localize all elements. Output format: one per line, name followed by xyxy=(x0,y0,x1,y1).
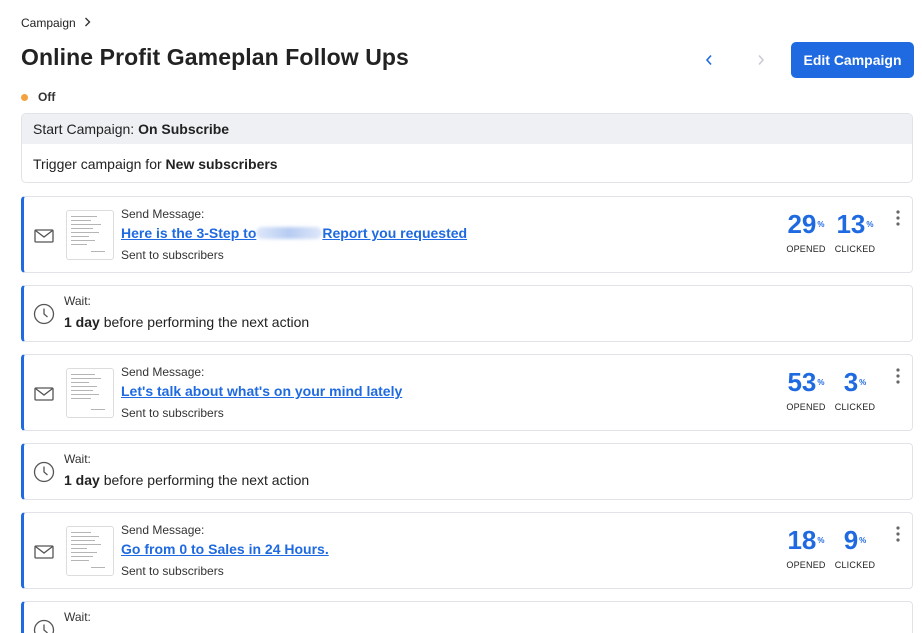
trigger-description: Trigger campaign for New subscribers xyxy=(22,144,912,182)
opened-value: 18 xyxy=(787,525,817,555)
email-thumbnail[interactable] xyxy=(66,526,114,576)
more-options-icon[interactable] xyxy=(892,209,904,227)
send-message-label: Send Message: xyxy=(121,365,205,379)
clicked-label: CLICKED xyxy=(834,560,876,570)
clicked-label: CLICKED xyxy=(834,244,876,254)
message-subject-link[interactable]: Go from 0 to Sales in 24 Hours. xyxy=(121,541,329,557)
chevron-left-icon xyxy=(705,54,712,66)
opened-stat: 53% OPENED xyxy=(783,367,829,412)
envelope-icon xyxy=(33,541,55,563)
message-subject-link[interactable]: Here is the 3-Step to Report you requeste… xyxy=(121,225,467,241)
chevron-right-icon xyxy=(758,54,765,66)
percent-sign: % xyxy=(859,378,867,387)
email-thumbnail[interactable] xyxy=(66,368,114,418)
trigger-prefix: Trigger campaign for xyxy=(33,156,166,172)
message-subject-link[interactable]: Let's talk about what's on your mind lat… xyxy=(121,383,402,399)
envelope-icon xyxy=(33,383,55,405)
clicked-stat: 13% CLICKED xyxy=(832,209,878,254)
envelope-icon xyxy=(33,225,55,247)
start-campaign-row: Start Campaign: On Subscribe xyxy=(22,114,912,144)
percent-sign: % xyxy=(859,536,867,545)
clicked-stat: 9% CLICKED xyxy=(832,525,878,570)
more-options-icon[interactable] xyxy=(892,367,904,385)
wait-label: Wait: xyxy=(64,294,91,308)
send-message-label: Send Message: xyxy=(121,207,205,221)
opened-label: OPENED xyxy=(786,244,826,254)
opened-value: 29 xyxy=(787,209,817,239)
sent-to-label: Sent to subscribers xyxy=(121,406,224,420)
wait-duration-text: 1 day before performing the next action xyxy=(64,472,309,488)
opened-label: OPENED xyxy=(786,560,826,570)
message-step[interactable]: Send Message: Here is the 3-Step to Repor… xyxy=(21,196,913,273)
wait-label: Wait: xyxy=(64,452,91,466)
wait-duration: 1 day xyxy=(64,314,100,330)
message-step[interactable]: Send Message: Let's talk about what's on… xyxy=(21,354,913,431)
status-label: Off xyxy=(38,90,56,104)
percent-sign: % xyxy=(817,378,825,387)
percent-sign: % xyxy=(866,220,874,229)
email-thumbnail[interactable] xyxy=(66,210,114,260)
campaign-page: Campaign Online Profit Gameplan Follow U… xyxy=(0,0,922,633)
wait-step[interactable]: Wait: 1 day before performing the next a… xyxy=(21,285,913,342)
wait-suffix: before performing the next action xyxy=(99,314,310,330)
status-indicator: Off xyxy=(21,90,55,104)
redacted-text xyxy=(256,227,323,239)
wait-step[interactable]: Wait: 1 day before performing the next a… xyxy=(21,443,913,500)
more-options-icon[interactable] xyxy=(892,525,904,543)
clicked-value: 9 xyxy=(843,525,859,555)
opened-value: 53 xyxy=(787,367,817,397)
start-campaign-value: On Subscribe xyxy=(138,121,230,137)
clicked-stat: 3% CLICKED xyxy=(832,367,878,412)
message-step[interactable]: Send Message: Go from 0 to Sales in 24 H… xyxy=(21,512,913,589)
sent-to-label: Sent to subscribers xyxy=(121,564,224,578)
next-campaign-button[interactable] xyxy=(752,50,770,70)
send-message-label: Send Message: xyxy=(121,523,205,537)
clicked-value: 13 xyxy=(836,209,866,239)
wait-duration: 1 day xyxy=(64,472,100,488)
edit-campaign-button[interactable]: Edit Campaign xyxy=(791,42,914,78)
trigger-panel: Start Campaign: On Subscribe Trigger cam… xyxy=(21,113,913,183)
chevron-right-icon xyxy=(84,16,91,30)
subject-text-end: Report you requested xyxy=(322,225,468,241)
opened-label: OPENED xyxy=(786,402,826,412)
status-dot xyxy=(21,93,28,101)
previous-campaign-button[interactable] xyxy=(700,50,718,70)
wait-step[interactable]: Wait: xyxy=(21,601,913,633)
start-campaign-prefix: Start Campaign: xyxy=(33,121,139,137)
percent-sign: % xyxy=(817,536,825,545)
clock-icon xyxy=(33,303,55,325)
trigger-value: New subscribers xyxy=(165,156,278,172)
opened-stat: 29% OPENED xyxy=(783,209,829,254)
sent-to-label: Sent to subscribers xyxy=(121,248,224,262)
clicked-label: CLICKED xyxy=(834,402,876,412)
wait-duration-text: 1 day before performing the next action xyxy=(64,314,309,330)
clicked-value: 3 xyxy=(843,367,859,397)
wait-label: Wait: xyxy=(64,610,91,624)
subject-text-start: Here is the 3-Step to xyxy=(121,225,257,241)
percent-sign: % xyxy=(817,220,825,229)
breadcrumb[interactable]: Campaign xyxy=(21,16,91,30)
breadcrumb-campaign-link[interactable]: Campaign xyxy=(21,16,76,30)
page-title: Online Profit Gameplan Follow Ups xyxy=(21,44,409,70)
clock-icon xyxy=(33,619,55,633)
clock-icon xyxy=(33,461,55,483)
opened-stat: 18% OPENED xyxy=(783,525,829,570)
wait-suffix: before performing the next action xyxy=(99,472,310,488)
